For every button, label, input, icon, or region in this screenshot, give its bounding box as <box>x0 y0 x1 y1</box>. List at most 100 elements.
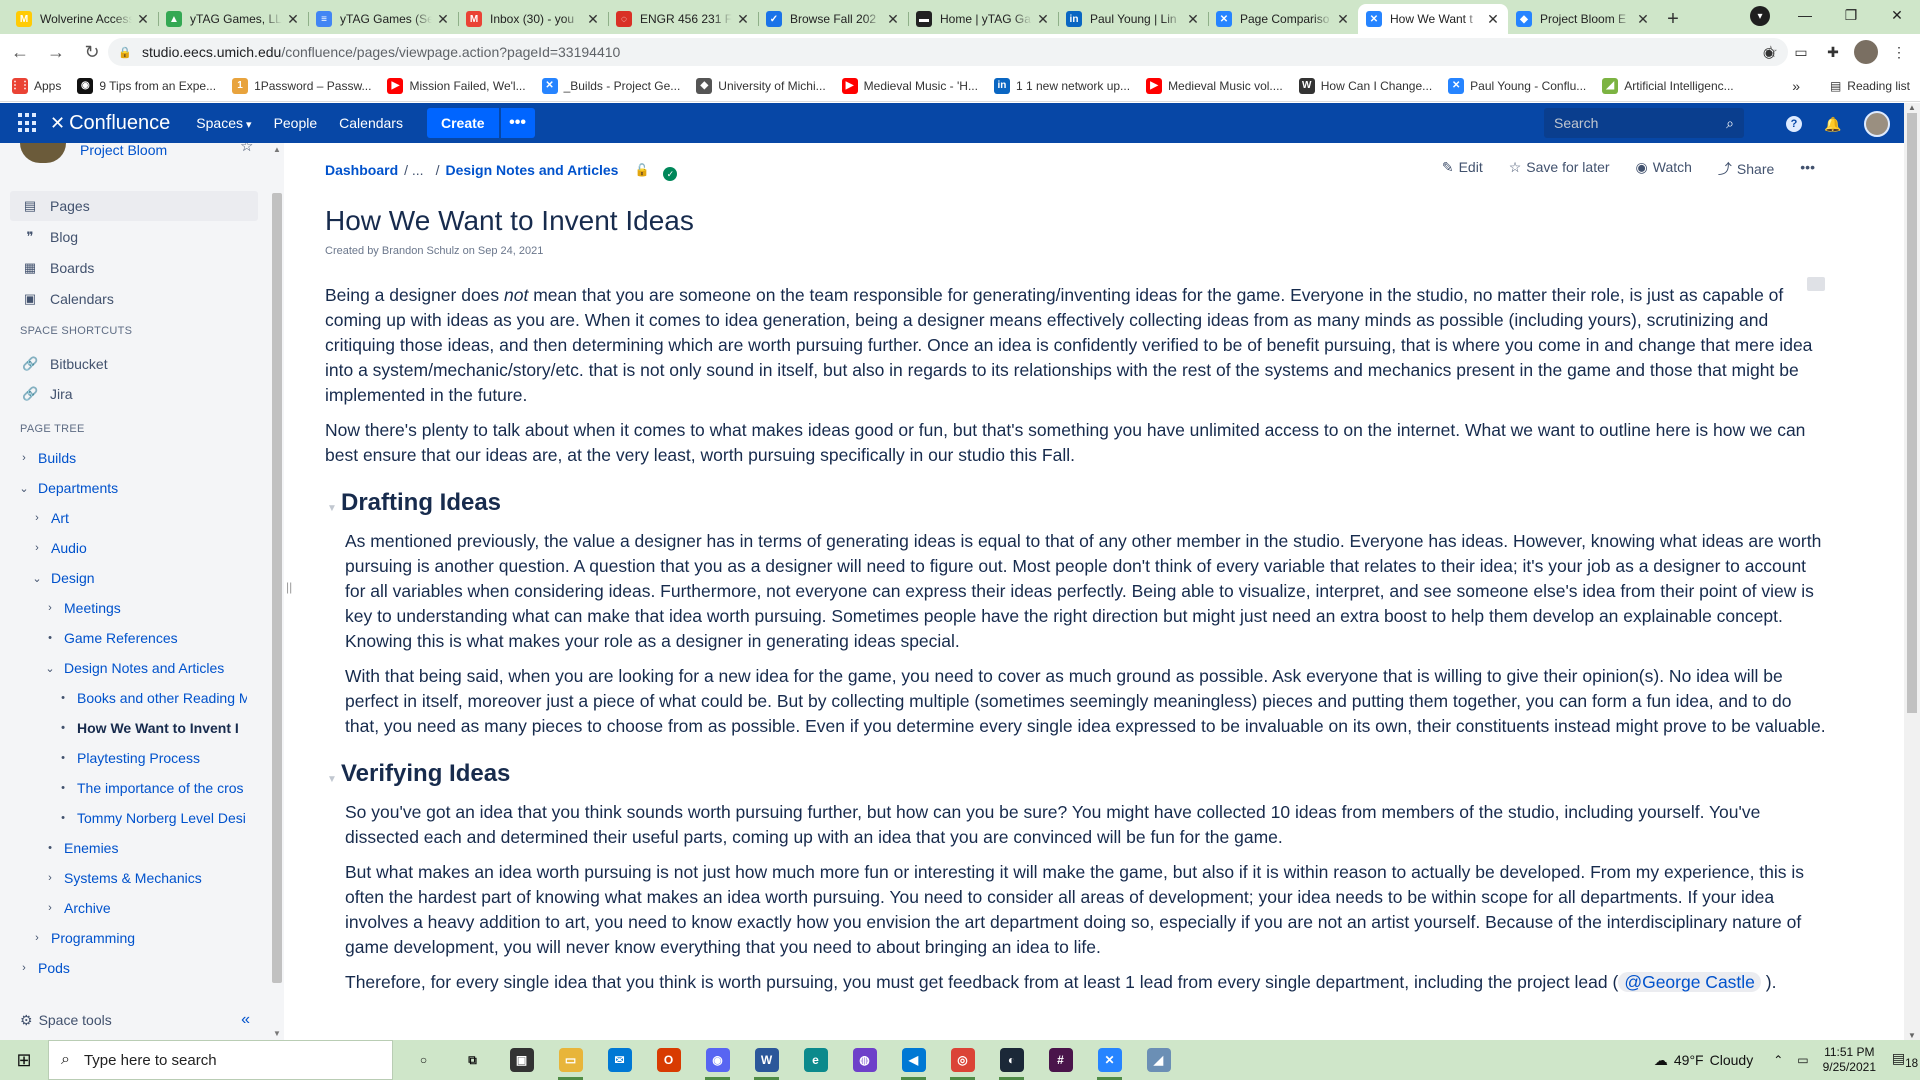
scroll-down-icon[interactable]: ▼ <box>273 1029 281 1038</box>
close-tab-icon[interactable]: ✕ <box>1036 11 1050 28</box>
page-tree-item[interactable]: ⌄ Design <box>0 563 268 593</box>
extensions-puzzle-icon[interactable]: ✚ <box>1822 41 1844 63</box>
user-mention[interactable]: @George Castle <box>1618 972 1761 992</box>
bookmarks-overflow-icon[interactable]: » <box>1792 78 1800 94</box>
notification-center-icon[interactable]: ▤18 <box>1890 1050 1920 1070</box>
browser-tab[interactable]: M Inbox (30) - you ✕ <box>458 4 608 34</box>
collapse-triangle-icon[interactable]: ▼ <box>327 496 337 521</box>
bookmark-item[interactable]: 1 1Password – Passw... <box>232 77 371 94</box>
calendars-link[interactable]: Calendars <box>339 115 403 131</box>
page-tree-item[interactable]: • The importance of the cros <box>0 773 268 803</box>
space-tools[interactable]: ⚙ Space tools « <box>20 1000 270 1040</box>
watch-button[interactable]: ◉ Watch <box>1636 159 1692 179</box>
url-bar[interactable]: 🔒 studio.eecs.umich.edu/confluence/pages… <box>108 38 1788 66</box>
browser-tab[interactable]: ▲ yTAG Games, LLC ✕ <box>158 4 308 34</box>
profile-avatar[interactable] <box>1854 40 1878 64</box>
sidebar-scroll-thumb[interactable] <box>272 193 282 983</box>
taskbar-app-slack[interactable]: # <box>1036 1040 1085 1080</box>
spaces-menu[interactable]: Spaces <box>196 115 251 131</box>
minimize-icon[interactable]: — <box>1782 0 1828 30</box>
page-tree-item[interactable]: › Art <box>0 503 268 533</box>
chevron-down-icon[interactable]: ⌄ <box>29 572 45 585</box>
back-icon[interactable]: ← <box>4 36 36 68</box>
bookmark-item[interactable]: ◢ Artificial Intelligenc... <box>1602 77 1734 94</box>
chevron-right-icon[interactable]: › <box>29 542 45 554</box>
chevron-right-icon[interactable]: › <box>16 962 32 974</box>
taskbar-app-word[interactable]: W <box>742 1040 791 1080</box>
breadcrumb-parent[interactable]: Design Notes and Articles <box>445 162 618 178</box>
browser-tab[interactable]: ✓ Browse Fall 202 ✕ <box>758 4 908 34</box>
close-tab-icon[interactable]: ✕ <box>436 11 450 28</box>
sidebar-item-blog[interactable]: ❞ Blog <box>10 222 258 252</box>
bookmark-item[interactable]: ▶ Mission Failed, We'l... <box>387 77 526 94</box>
page-tree-item[interactable]: › Meetings <box>0 593 268 623</box>
favourite-star-icon[interactable]: ☆ <box>240 143 253 155</box>
taskbar-app-vscode[interactable]: ◀ <box>889 1040 938 1080</box>
forward-icon[interactable]: → <box>40 36 72 68</box>
heading-drafting-ideas[interactable]: ▼ Drafting Ideas <box>327 490 1825 515</box>
browser-tab[interactable]: ◆ Project Bloom E ✕ <box>1508 4 1658 34</box>
taskbar-app-explorer[interactable]: ▭ <box>546 1040 595 1080</box>
shortcut-bitbucket[interactable]: 🔗 Bitbucket <box>10 349 258 379</box>
space-logo[interactable] <box>20 143 66 163</box>
taskbar-app-steam[interactable]: ◐ <box>987 1040 1036 1080</box>
restore-icon[interactable]: ❐ <box>1828 0 1874 30</box>
taskbar-app-mail[interactable]: ✉ <box>595 1040 644 1080</box>
close-tab-icon[interactable]: ✕ <box>1336 11 1350 28</box>
cast-icon[interactable]: ▭ <box>1790 41 1812 63</box>
more-actions-button[interactable]: ••• <box>1800 159 1815 179</box>
sidebar-scrollbar[interactable]: ▲ ▼ <box>270 143 284 1040</box>
taskbar-app-office[interactable]: O <box>644 1040 693 1080</box>
browser-menu-icon[interactable]: ⋮ <box>1888 41 1910 63</box>
chevron-right-icon[interactable]: › <box>29 512 45 524</box>
page-tree-item[interactable]: › Archive <box>0 893 268 923</box>
sidebar-item-calendars[interactable]: ▣ Calendars <box>10 284 258 314</box>
create-more-button[interactable]: ••• <box>500 108 535 138</box>
page-tree-item[interactable]: • Game References <box>0 623 268 653</box>
scroll-up-icon[interactable]: ▲ <box>1908 103 1916 112</box>
page-tree-item[interactable]: ⌄ Design Notes and Articles <box>0 653 268 683</box>
confluence-logo[interactable]: ✕ Confluence <box>50 112 170 135</box>
chevron-right-icon[interactable]: › <box>16 452 32 464</box>
browser-tab[interactable]: in Paul Young | Lin ✕ <box>1058 4 1208 34</box>
close-tab-icon[interactable]: ✕ <box>736 11 750 28</box>
lock-icon[interactable]: 🔒 <box>118 46 132 59</box>
browser-tab[interactable]: M Wolverine Access ✕ <box>8 4 158 34</box>
save-for-later-button[interactable]: ☆ Save for later <box>1509 159 1610 179</box>
page-tree-item[interactable]: • Enemies <box>0 833 268 863</box>
taskbar-app-cortana[interactable]: ○ <box>399 1040 448 1080</box>
restrictions-lock-icon[interactable]: 🔓 <box>634 163 649 177</box>
bookmark-item[interactable]: W How Can I Change... <box>1298 77 1432 94</box>
notifications-icon[interactable]: 🔔 <box>1822 113 1844 135</box>
sidebar-resize-handle[interactable]: || <box>286 580 292 594</box>
page-scroll-thumb[interactable] <box>1907 113 1917 713</box>
password-extension-icon[interactable]: ◉ <box>1758 41 1780 63</box>
new-tab-icon[interactable]: + <box>1658 4 1688 34</box>
page-tree-item[interactable]: • Tommy Norberg Level Desi <box>0 803 268 833</box>
reload-icon[interactable]: ↻ <box>76 36 108 68</box>
close-tab-icon[interactable]: ✕ <box>586 11 600 28</box>
taskbar-app-app[interactable]: ◢ <box>1134 1040 1183 1080</box>
heading-verifying-ideas[interactable]: ▼ Verifying Ideas <box>327 761 1825 786</box>
collapse-sidebar-icon[interactable]: « <box>241 1011 250 1029</box>
taskbar-app-discord[interactable]: ◉ <box>693 1040 742 1080</box>
chevron-right-icon[interactable]: › <box>29 932 45 944</box>
close-tab-icon[interactable]: ✕ <box>886 11 900 28</box>
browser-tab[interactable]: ▬ Home | yTAG Ga ✕ <box>908 4 1058 34</box>
weather-widget[interactable]: ☁ 49°F Cloudy <box>1654 1052 1753 1069</box>
scroll-up-icon[interactable]: ▲ <box>273 145 281 154</box>
taskbar-app-task-view[interactable]: ⧉ <box>448 1040 497 1080</box>
taskbar-clock[interactable]: 11:51 PM 9/25/2021 <box>1823 1045 1876 1075</box>
close-tab-icon[interactable]: ✕ <box>136 11 150 28</box>
collapse-triangle-icon[interactable]: ▼ <box>327 767 337 792</box>
sidebar-item-pages[interactable]: ▤ Pages <box>10 191 258 221</box>
bookmark-item[interactable]: ◉ 9 Tips from an Expe... <box>77 77 216 94</box>
sidebar-item-boards[interactable]: ▦ Boards <box>10 253 258 283</box>
bookmark-item[interactable]: in 1 1 new network up... <box>993 77 1130 94</box>
bookmark-item[interactable]: ◆ University of Michi... <box>696 77 826 94</box>
taskbar-app-edge[interactable]: e <box>791 1040 840 1080</box>
show-hidden-icons-icon[interactable]: ⌃ <box>1773 1053 1783 1067</box>
edit-button[interactable]: ✎ Edit <box>1442 159 1483 179</box>
tab-search-icon[interactable]: ▾ <box>1750 6 1770 26</box>
page-tree-item[interactable]: › Audio <box>0 533 268 563</box>
